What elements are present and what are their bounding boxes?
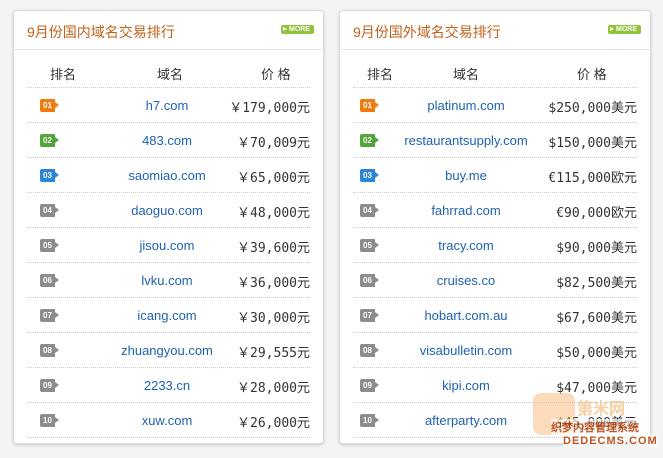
rank-badge: 02	[40, 134, 59, 147]
rank-badge: 10	[360, 414, 379, 427]
ranking-list: 01 h7.com ￥179,000元 02 483.com ￥70,009元 …	[27, 88, 310, 438]
price-value: ￥28,000元	[237, 381, 310, 396]
watermark-line1: 织梦内容管理系统	[551, 419, 639, 435]
domain-link[interactable]: platinum.com	[391, 98, 541, 113]
table-header: 排名 域名 价 格	[27, 59, 310, 88]
price-value: $250,000美元	[548, 101, 637, 116]
panel-title: 9月份国外域名交易排行	[353, 24, 501, 40]
rank-badge: 03	[40, 169, 59, 182]
table-row: 07 icang.com ￥30,000元	[27, 298, 310, 333]
rank-badge: 01	[360, 99, 379, 112]
table-row: 04 daoguo.com ￥48,000元	[27, 193, 310, 228]
rank-badge: 01	[40, 99, 59, 112]
rank-badge: 08	[40, 344, 59, 357]
domain-link[interactable]: cruises.co	[391, 273, 541, 288]
rank-badge: 05	[360, 239, 379, 252]
header-domain: 域名	[157, 67, 184, 82]
price-value: ￥70,009元	[237, 136, 310, 151]
domain-link[interactable]: h7.com	[87, 98, 247, 113]
price-value: $50,000美元	[556, 346, 637, 361]
panel-header: 9月份国内域名交易排行 MORE	[14, 11, 323, 50]
table-row: 06 lvku.com ￥36,000元	[27, 263, 310, 298]
table-row: 02 restaurantsupply.com $150,000美元	[353, 123, 637, 158]
table-row: 06 cruises.co $82,500美元	[353, 263, 637, 298]
domain-link[interactable]: tracy.com	[391, 238, 541, 253]
header-rank: 排名	[367, 67, 394, 82]
price-value: ￥179,000元	[229, 101, 310, 116]
watermark-line2: DEDECMS.COM	[563, 435, 658, 447]
domain-link[interactable]: zhuangyou.com	[87, 343, 247, 358]
rank-badge: 09	[360, 379, 379, 392]
rank-badge: 05	[40, 239, 59, 252]
price-value: ￥39,600元	[237, 241, 310, 256]
table-row: 01 h7.com ￥179,000元	[27, 88, 310, 123]
header-rank: 排名	[50, 67, 77, 82]
rank-badge: 04	[40, 204, 59, 217]
more-button[interactable]: MORE	[608, 25, 641, 34]
site-watermark: 第米网 织梦内容管理系统 DEDECMS.COM	[533, 393, 661, 455]
domain-link[interactable]: kipi.com	[391, 378, 541, 393]
table-row: 08 visabulletin.com $50,000美元	[353, 333, 637, 368]
domain-link[interactable]: saomiao.com	[87, 168, 247, 183]
domain-link[interactable]: icang.com	[87, 308, 247, 323]
price-value: ￥29,555元	[237, 346, 310, 361]
domain-link[interactable]: 2233.cn	[87, 378, 247, 393]
price-value: $90,000美元	[556, 241, 637, 256]
table-row: 08 zhuangyou.com ￥29,555元	[27, 333, 310, 368]
price-value: $150,000美元	[548, 136, 637, 151]
rank-badge: 09	[40, 379, 59, 392]
more-button[interactable]: MORE	[281, 25, 314, 34]
table-row: 04 fahrrad.com €90,000欧元	[353, 193, 637, 228]
header-domain: 域名	[453, 67, 480, 82]
rank-badge: 07	[40, 309, 59, 322]
panel-title: 9月份国内域名交易排行	[27, 24, 175, 40]
price-value: $67,600美元	[556, 311, 637, 326]
domain-link[interactable]: lvku.com	[87, 273, 247, 288]
domain-link[interactable]: buy.me	[391, 168, 541, 183]
table-row: 09 2233.cn ￥28,000元	[27, 368, 310, 403]
table-row: 03 saomiao.com ￥65,000元	[27, 158, 310, 193]
panel-header: 9月份国外域名交易排行 MORE	[340, 11, 650, 50]
watermark-brand: 第米网	[577, 401, 626, 418]
price-value: €90,000欧元	[556, 206, 637, 221]
rank-badge: 03	[360, 169, 379, 182]
rank-badge: 04	[360, 204, 379, 217]
rank-badge: 02	[360, 134, 379, 147]
table-row: 07 hobart.com.au $67,600美元	[353, 298, 637, 333]
ranking-list: 01 platinum.com $250,000美元 02 restaurant…	[353, 88, 637, 438]
price-value: ￥36,000元	[237, 276, 310, 291]
header-price: 价 格	[577, 67, 607, 82]
domain-link[interactable]: xuw.com	[87, 413, 247, 428]
domain-link[interactable]: hobart.com.au	[391, 308, 541, 323]
price-value: ￥48,000元	[237, 206, 310, 221]
table-row: 05 tracy.com $90,000美元	[353, 228, 637, 263]
table-row: 02 483.com ￥70,009元	[27, 123, 310, 158]
price-value: ￥30,000元	[237, 311, 310, 326]
table-row: 03 buy.me €115,000欧元	[353, 158, 637, 193]
domain-link[interactable]: fahrrad.com	[391, 203, 541, 218]
table-row: 10 xuw.com ￥26,000元	[27, 403, 310, 438]
domain-link[interactable]: 483.com	[87, 133, 247, 148]
domain-link[interactable]: jisou.com	[87, 238, 247, 253]
domestic-ranking-panel: 9月份国内域名交易排行 MORE 排名 域名 价 格 01 h7.com ￥17…	[13, 10, 324, 444]
header-price: 价 格	[261, 67, 291, 82]
price-value: ￥65,000元	[237, 171, 310, 186]
rank-badge: 10	[40, 414, 59, 427]
price-value: ￥26,000元	[237, 416, 310, 431]
price-value: $82,500美元	[556, 276, 637, 291]
price-value: €115,000欧元	[548, 171, 637, 186]
rank-badge: 07	[360, 309, 379, 322]
table-header: 排名 域名 价 格	[353, 59, 637, 88]
rank-badge: 06	[40, 274, 59, 287]
domain-link[interactable]: daoguo.com	[87, 203, 247, 218]
domain-link[interactable]: afterparty.com	[391, 413, 541, 428]
foreign-ranking-panel: 9月份国外域名交易排行 MORE 排名 域名 价 格 01 platinum.c…	[339, 10, 651, 444]
table-row: 05 jisou.com ￥39,600元	[27, 228, 310, 263]
rank-badge: 08	[360, 344, 379, 357]
table-row: 01 platinum.com $250,000美元	[353, 88, 637, 123]
domain-link[interactable]: restaurantsupply.com	[391, 133, 541, 148]
rank-badge: 06	[360, 274, 379, 287]
domain-link[interactable]: visabulletin.com	[391, 343, 541, 358]
